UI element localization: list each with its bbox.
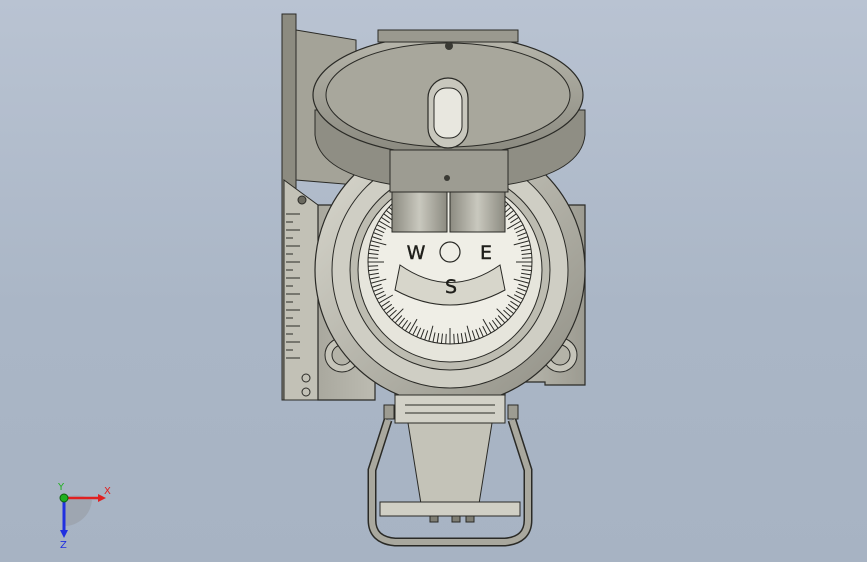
y-axis-icon xyxy=(59,493,69,503)
model-viewport[interactable]: W E S xyxy=(0,0,867,562)
y-axis-label: Y xyxy=(57,482,65,493)
thumb-loop xyxy=(367,394,533,547)
dial-tick xyxy=(368,265,379,267)
dial-tick xyxy=(368,257,379,259)
dial-tick xyxy=(445,333,447,344)
dial-letter-south: S xyxy=(445,276,457,298)
axis-triad: X Y Z xyxy=(57,482,111,550)
dial-tick xyxy=(521,265,532,267)
dial-tick xyxy=(521,257,532,259)
dial-letter-west: W xyxy=(407,242,426,264)
x-axis-label: X xyxy=(104,486,111,497)
z-axis-label: Z xyxy=(60,540,67,550)
dial-letter-east: E xyxy=(480,242,492,264)
dial-tick xyxy=(453,333,455,344)
